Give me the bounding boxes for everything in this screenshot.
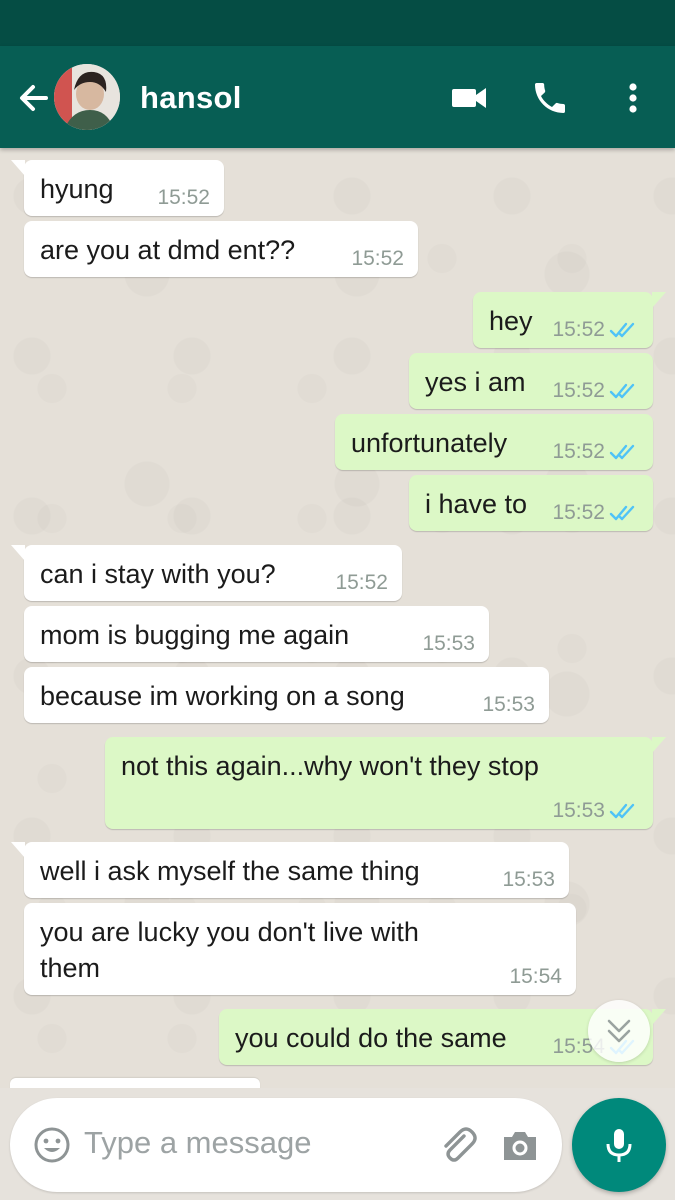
message-time: 15:52 (351, 247, 404, 270)
contact-avatar[interactable] (54, 64, 120, 130)
more-vert-icon (629, 83, 637, 113)
message-time: 15:52 (552, 440, 639, 464)
contact-name[interactable]: hansol (140, 80, 242, 116)
message-outgoing[interactable]: not this again...why won't they stop 15:… (105, 737, 666, 829)
more-options-button[interactable] (613, 78, 653, 118)
message-time: 15:53 (422, 632, 475, 655)
microphone-icon (606, 1129, 632, 1162)
message-outgoing[interactable]: unfortunately 15:52 (335, 414, 653, 470)
message-time: 15:53 (502, 868, 555, 891)
camera-button[interactable] (498, 1124, 542, 1168)
message-composer: Type a message (10, 1098, 562, 1192)
camera-icon (504, 1132, 536, 1160)
attach-button[interactable] (434, 1122, 480, 1168)
message-time: 15:52 (552, 318, 639, 342)
back-button[interactable] (14, 78, 54, 118)
message-incoming[interactable]: mom is bugging me again 15:53 (24, 606, 489, 662)
message-input[interactable]: Type a message (84, 1125, 311, 1161)
message-time: 15:54 (509, 965, 562, 988)
message-time: 15:52 (552, 501, 639, 525)
emoji-button[interactable] (32, 1125, 72, 1165)
read-ticks-icon (609, 505, 635, 521)
message-time: 15:53 (482, 693, 535, 716)
voice-call-button[interactable] (530, 78, 570, 118)
message-time: 15:52 (552, 379, 639, 403)
message-incoming-partial (10, 1078, 260, 1088)
message-time: 15:53 (552, 799, 639, 823)
read-ticks-icon (609, 444, 635, 460)
message-incoming[interactable]: you are lucky you don't live with them 1… (24, 903, 576, 995)
status-bar (0, 0, 675, 46)
phone-icon (535, 83, 565, 113)
arrow-left-icon (20, 85, 48, 111)
message-incoming[interactable]: because im working on a song 15:53 (24, 667, 549, 723)
double-chevron-down-icon (607, 1019, 631, 1043)
message-incoming[interactable]: can i stay with you? 15:52 (11, 545, 402, 601)
message-time: 15:52 (157, 186, 210, 209)
read-ticks-icon (609, 803, 635, 819)
chat-header: hansol (0, 46, 675, 148)
message-time: 15:52 (335, 571, 388, 594)
message-incoming[interactable]: hyung 15:52 (11, 160, 224, 216)
video-call-button[interactable] (449, 78, 489, 118)
message-incoming[interactable]: are you at dmd ent?? 15:52 (24, 221, 418, 277)
read-ticks-icon (609, 322, 635, 338)
message-outgoing[interactable]: yes i am 15:52 (409, 353, 653, 409)
message-list[interactable]: hyung 15:52 are you at dmd ent?? 15:52 h… (0, 148, 675, 1088)
scroll-to-bottom-button[interactable] (588, 1000, 650, 1062)
video-call-icon (452, 88, 486, 108)
message-outgoing[interactable]: i have to 15:52 (409, 475, 653, 531)
message-incoming[interactable]: well i ask myself the same thing 15:53 (11, 842, 569, 898)
voice-record-button[interactable] (572, 1098, 666, 1192)
read-ticks-icon (609, 383, 635, 399)
emoji-icon (34, 1127, 70, 1163)
message-outgoing[interactable]: hey 15:52 (473, 292, 666, 348)
paperclip-icon (444, 1127, 477, 1162)
